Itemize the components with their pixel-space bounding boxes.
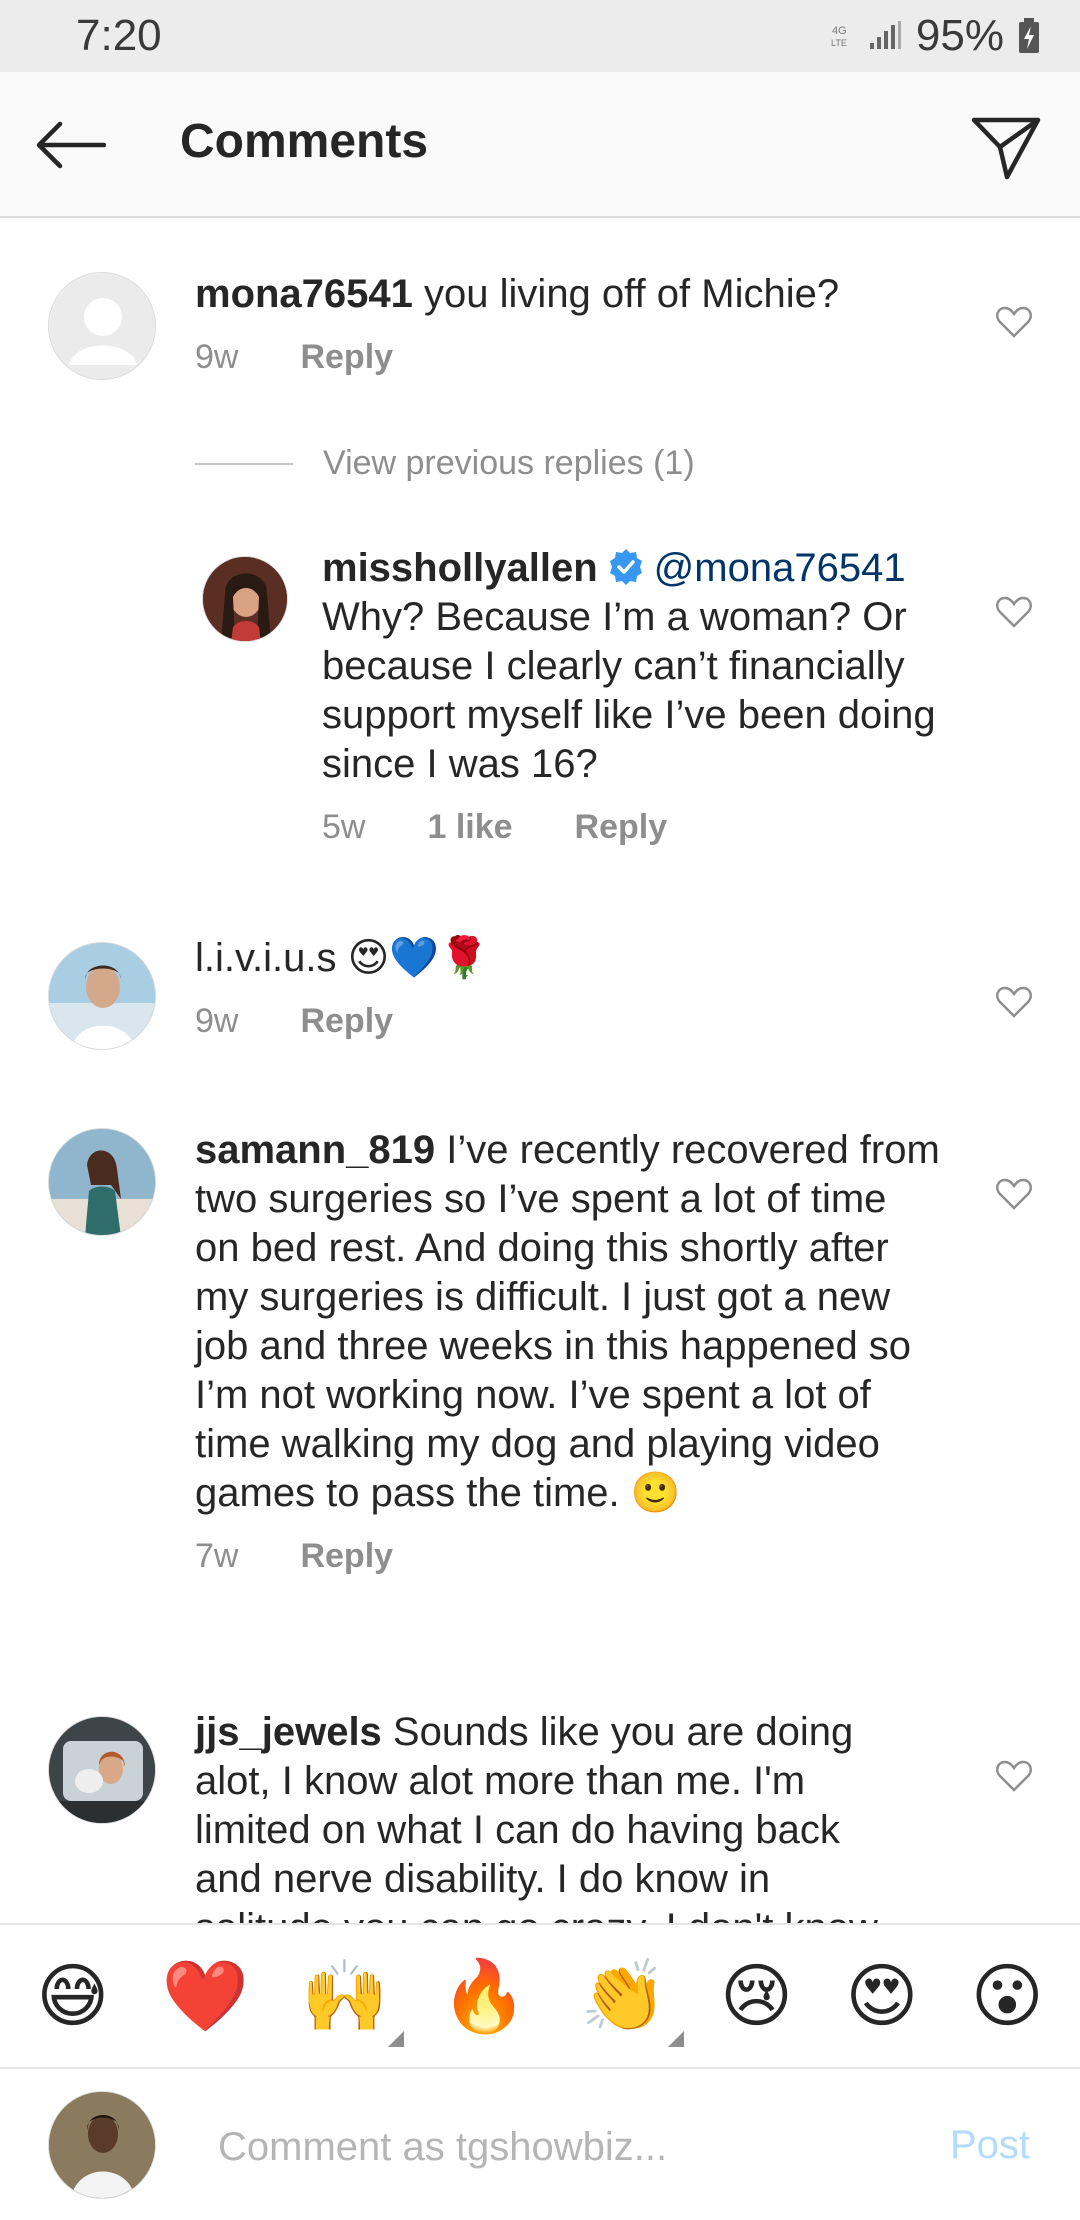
emoji-surprised-face[interactable]: 😮: [971, 1961, 1044, 2031]
emoji-red-heart[interactable]: ❤️: [162, 1961, 249, 2031]
emoji-raised-hands[interactable]: 🙌: [301, 1961, 405, 2047]
emoji-crying-face[interactable]: 😢: [720, 1961, 793, 2031]
emoji-quick-bar: 😅 ❤️ 🙌 🔥 👏 😢 😍 😮: [0, 1923, 1080, 2067]
mention-link[interactable]: @mona76541: [654, 546, 906, 590]
lte-icon: 4G LTE: [830, 18, 854, 54]
like-heart-icon[interactable]: [994, 592, 1034, 632]
header: Comments: [0, 72, 1080, 218]
comment-username[interactable]: l.i.v.i.u.s: [195, 936, 337, 980]
avatar[interactable]: [48, 942, 156, 1050]
likes-count[interactable]: 1 like: [427, 803, 512, 852]
comment-meta: 7w Reply: [195, 1532, 940, 1581]
divider: [195, 462, 293, 465]
reply-button[interactable]: Reply: [300, 1532, 393, 1581]
verified-badge-icon: [609, 549, 642, 586]
reply-button[interactable]: Reply: [300, 333, 393, 382]
avatar[interactable]: [202, 556, 288, 642]
comment-time: 9w: [195, 338, 239, 376]
comment-text: you living off of Michie?: [424, 272, 840, 316]
comment-time: 7w: [195, 1537, 239, 1575]
view-replies-label: View previous replies (1): [323, 444, 695, 482]
like-heart-icon[interactable]: [994, 982, 1034, 1022]
comment-time: 9w: [195, 1002, 239, 1040]
comment-text: Why? Because I’m a woman? Or because I c…: [322, 595, 936, 787]
share-button[interactable]: [966, 108, 1046, 188]
comment-time: 5w: [322, 808, 366, 847]
status-icons: 4G LTE 95%: [830, 11, 1040, 61]
comment-composer: Post: [0, 2067, 1080, 2220]
skin-tone-indicator: [667, 2031, 684, 2047]
reply-button[interactable]: Reply: [300, 997, 393, 1046]
like-heart-icon[interactable]: [994, 302, 1034, 342]
comment-meta: 9w Reply: [195, 997, 935, 1046]
comment-username[interactable]: misshollyallen: [322, 546, 598, 590]
comment-username[interactable]: jjs_jewels: [195, 1710, 382, 1754]
emoji-fire[interactable]: 🔥: [441, 1961, 528, 2031]
avatar[interactable]: [48, 1128, 156, 1236]
emoji-sweat-smile[interactable]: 😅: [36, 1961, 109, 2031]
comment-text: I’ve recently recovered from two surgeri…: [195, 1128, 940, 1515]
signal-icon: [868, 21, 902, 51]
reply-button[interactable]: Reply: [575, 803, 668, 852]
avatar[interactable]: [48, 1716, 156, 1824]
battery-percent: 95%: [915, 11, 1004, 60]
back-arrow-icon: [36, 121, 106, 169]
comment-text: 😍💙🌹: [347, 935, 489, 981]
post-button[interactable]: Post: [950, 2123, 1030, 2168]
svg-text:4G: 4G: [832, 25, 847, 37]
comment-username[interactable]: mona76541: [195, 272, 413, 316]
view-previous-replies[interactable]: View previous replies (1): [195, 444, 695, 483]
comment-meta: 9w Reply: [195, 333, 935, 382]
status-bar: 7:20 4G LTE 95%: [0, 0, 1080, 72]
avatar[interactable]: [48, 272, 156, 380]
comment-meta: 5w 1 like Reply: [322, 803, 942, 852]
current-user-avatar: [48, 2091, 156, 2199]
like-heart-icon[interactable]: [994, 1756, 1034, 1796]
paper-plane-icon: [971, 117, 1041, 180]
comment-input[interactable]: [216, 2117, 896, 2177]
svg-text:LTE: LTE: [831, 38, 847, 48]
like-heart-icon[interactable]: [994, 1174, 1034, 1214]
comment-username[interactable]: samann_819: [195, 1128, 435, 1172]
skin-tone-indicator: [388, 2031, 405, 2047]
page-title: Comments: [180, 115, 429, 168]
battery-icon: [1018, 18, 1040, 54]
comments-list: mona76541 you living off of Michie? 9w R…: [0, 218, 1080, 1923]
emoji-clapping-hands[interactable]: 👏: [580, 1961, 684, 2047]
status-time: 7:20: [76, 11, 162, 60]
emoji-heart-eyes[interactable]: 😍: [845, 1961, 918, 2031]
back-button[interactable]: [30, 110, 110, 180]
